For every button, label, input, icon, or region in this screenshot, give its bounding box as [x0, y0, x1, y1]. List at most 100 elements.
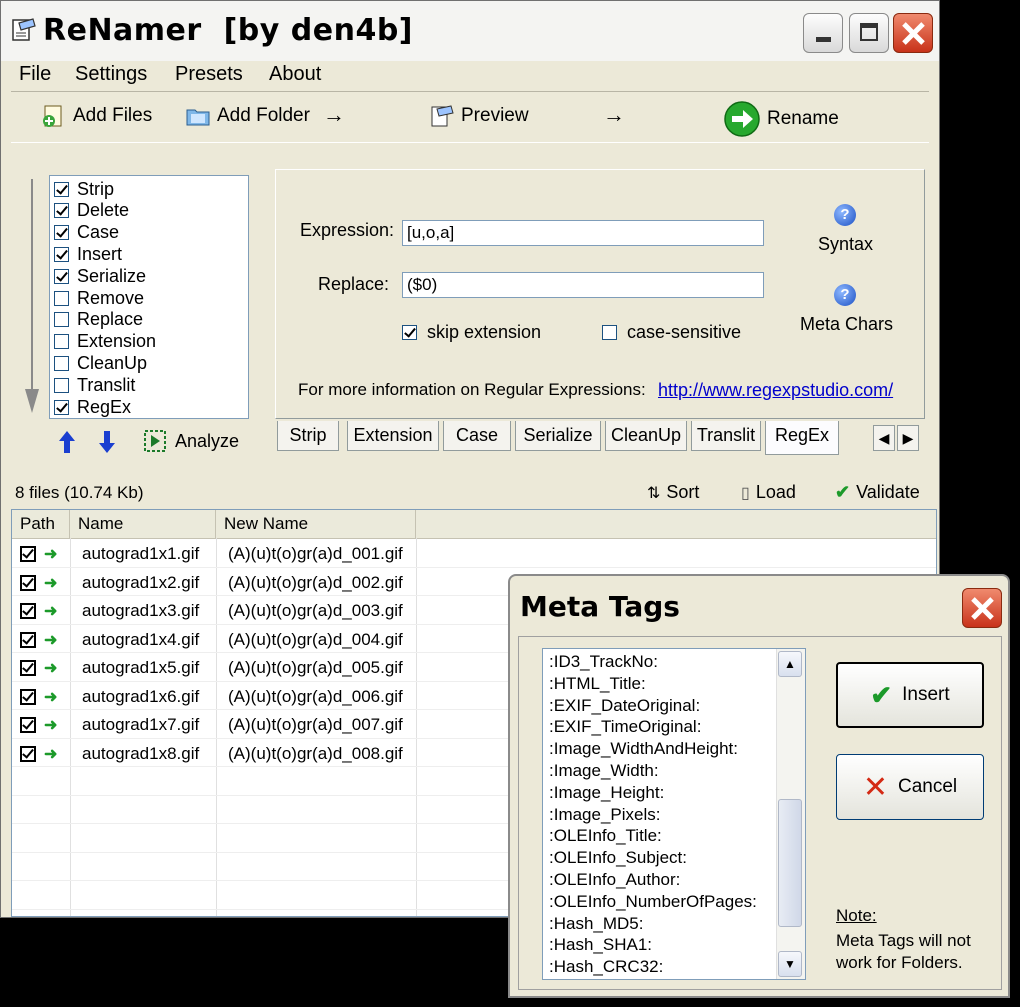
tab-scroll-right-icon[interactable]: ▶ [897, 425, 919, 451]
add-files-button[interactable]: Add Files [41, 104, 152, 128]
validate-button[interactable]: ✔ Validate [835, 482, 920, 503]
file-name-cell[interactable]: autograd1x4.gif [82, 626, 199, 654]
meta-tag-item[interactable]: :Hash_MD5: [549, 913, 643, 935]
row-checkbox[interactable] [20, 688, 36, 705]
cancel-button[interactable]: ✕ Cancel [836, 754, 984, 820]
rule-item[interactable]: Extension [54, 331, 156, 353]
rule-checkbox[interactable] [54, 399, 69, 415]
replace-input[interactable]: ($0) [402, 272, 764, 298]
menu-about[interactable]: About [269, 63, 321, 86]
analyze-button[interactable]: Analyze [143, 429, 239, 453]
rule-checkbox[interactable] [54, 355, 69, 371]
meta-tag-item[interactable]: :OLEInfo_NumberOfPages: [549, 891, 757, 913]
move-down-icon[interactable] [97, 429, 117, 455]
new-name-cell[interactable]: (A)(u)t(o)gr(a)d_008.gif [228, 740, 403, 768]
scroll-up-icon[interactable]: ▲ [778, 651, 802, 677]
title-bar[interactable]: ReNamer [by den4b] [1, 1, 939, 61]
scroll-thumb[interactable] [778, 799, 802, 927]
new-name-cell[interactable]: (A)(u)t(o)gr(a)d_005.gif [228, 654, 403, 682]
menu-file[interactable]: File [19, 63, 51, 86]
regexpstudio-link[interactable]: http://www.regexpstudio.com/ [658, 380, 893, 401]
rule-item[interactable]: RegEx [54, 396, 131, 418]
meta-tag-item[interactable]: :Hash_CRC32: [549, 956, 663, 978]
dialog-close-button[interactable] [962, 588, 1002, 628]
row-checkbox[interactable] [20, 574, 36, 591]
tab-translit[interactable]: Translit [691, 421, 761, 451]
tab-regex[interactable]: RegEx [765, 421, 839, 455]
case-sensitive-checkbox[interactable]: case-sensitive [602, 322, 741, 343]
rule-checkbox[interactable] [54, 181, 69, 197]
file-name-cell[interactable]: autograd1x1.gif [82, 540, 199, 568]
sort-button[interactable]: ⇅ Sort [647, 482, 699, 503]
file-name-cell[interactable]: autograd1x6.gif [82, 683, 199, 711]
new-name-cell[interactable]: (A)(u)t(o)gr(a)d_001.gif [228, 540, 403, 568]
menu-settings[interactable]: Settings [75, 63, 147, 86]
tab-scroll-left-icon[interactable]: ◀ [873, 425, 895, 451]
meta-tag-item[interactable]: :OLEInfo_Subject: [549, 847, 687, 869]
rule-checkbox[interactable] [54, 225, 69, 241]
tab-strip[interactable]: Strip [277, 421, 339, 451]
rule-item[interactable]: Translit [54, 374, 135, 396]
meta-tag-item[interactable]: :Image_WidthAndHeight: [549, 738, 738, 760]
column-new-name[interactable]: New Name [216, 510, 416, 538]
add-folder-button[interactable]: Add Folder [185, 104, 310, 128]
preview-button[interactable]: Preview [429, 104, 529, 128]
rule-checkbox[interactable] [54, 334, 69, 350]
skip-extension-checkbox[interactable]: skip extension [402, 322, 541, 343]
row-checkbox[interactable] [20, 745, 36, 762]
expression-input[interactable]: [u,o,a] [402, 220, 764, 246]
meta-chars-link[interactable]: Meta Chars [800, 314, 893, 335]
meta-tag-item[interactable]: :Image_Height: [549, 782, 664, 804]
tab-cleanup[interactable]: CleanUp [605, 421, 687, 451]
meta-tag-item[interactable]: :OLEInfo_Author: [549, 869, 680, 891]
file-name-cell[interactable]: autograd1x5.gif [82, 654, 199, 682]
insert-button[interactable]: ✔ Insert [836, 662, 984, 728]
rule-item[interactable]: Case [54, 222, 119, 244]
rule-item[interactable]: Delete [54, 200, 129, 222]
move-up-icon[interactable] [57, 429, 77, 455]
rule-checkbox[interactable] [54, 203, 69, 219]
minimize-button[interactable] [803, 13, 843, 53]
new-name-cell[interactable]: (A)(u)t(o)gr(a)d_003.gif [228, 597, 403, 625]
meta-tag-item[interactable]: :OLEInfo_Title: [549, 825, 662, 847]
tab-serialize[interactable]: Serialize [515, 421, 601, 451]
new-name-cell[interactable]: (A)(u)t(o)gr(a)d_007.gif [228, 711, 403, 739]
rule-checkbox[interactable] [54, 268, 69, 284]
rule-item[interactable]: CleanUp [54, 352, 147, 374]
rule-checkbox[interactable] [54, 312, 69, 328]
syntax-link[interactable]: Syntax [818, 234, 873, 255]
row-checkbox[interactable] [20, 717, 36, 733]
rule-checkbox[interactable] [54, 377, 69, 393]
tab-case[interactable]: Case [443, 421, 511, 451]
file-name-cell[interactable]: autograd1x8.gif [82, 740, 199, 768]
rule-item[interactable]: Serialize [54, 265, 146, 287]
new-name-cell[interactable]: (A)(u)t(o)gr(a)d_002.gif [228, 569, 403, 597]
load-button[interactable]: ▯ Load [741, 482, 796, 503]
row-checkbox[interactable] [20, 546, 36, 562]
meta-tag-item[interactable]: :EXIF_TimeOriginal: [549, 716, 701, 738]
meta-chars-help-icon[interactable]: ? [834, 284, 856, 306]
meta-tag-item[interactable]: :Image_Width: [549, 760, 659, 782]
column-name[interactable]: Name [70, 510, 216, 538]
row-checkbox[interactable] [20, 631, 36, 648]
rule-item[interactable]: Remove [54, 287, 144, 309]
menu-presets[interactable]: Presets [175, 63, 243, 86]
column-path[interactable]: Path [12, 510, 70, 538]
rules-list[interactable]: Strip Delete Case Insert Serialize Remove Repl… [49, 175, 249, 419]
meta-tags-list[interactable]: :Hash_CRC32::Hash_SHA1::Hash_MD5::OLEInf… [542, 648, 806, 980]
tab-extension[interactable]: Extension [347, 421, 439, 451]
rule-item[interactable]: Replace [54, 309, 143, 331]
file-name-cell[interactable]: autograd1x2.gif [82, 569, 199, 597]
rename-button[interactable]: Rename [723, 100, 839, 138]
new-name-cell[interactable]: (A)(u)t(o)gr(a)d_004.gif [228, 626, 403, 654]
meta-tag-item[interactable]: :HTML_Title: [549, 673, 646, 695]
row-checkbox[interactable] [20, 603, 36, 619]
rule-item[interactable]: Strip [54, 178, 114, 200]
new-name-cell[interactable]: (A)(u)t(o)gr(a)d_006.gif [228, 683, 403, 711]
row-checkbox[interactable] [20, 660, 36, 676]
rule-checkbox[interactable] [54, 246, 69, 262]
file-name-cell[interactable]: autograd1x3.gif [82, 597, 199, 625]
rule-item[interactable]: Insert [54, 243, 122, 265]
rule-checkbox[interactable] [54, 290, 69, 306]
syntax-help-icon[interactable]: ? [834, 204, 856, 226]
